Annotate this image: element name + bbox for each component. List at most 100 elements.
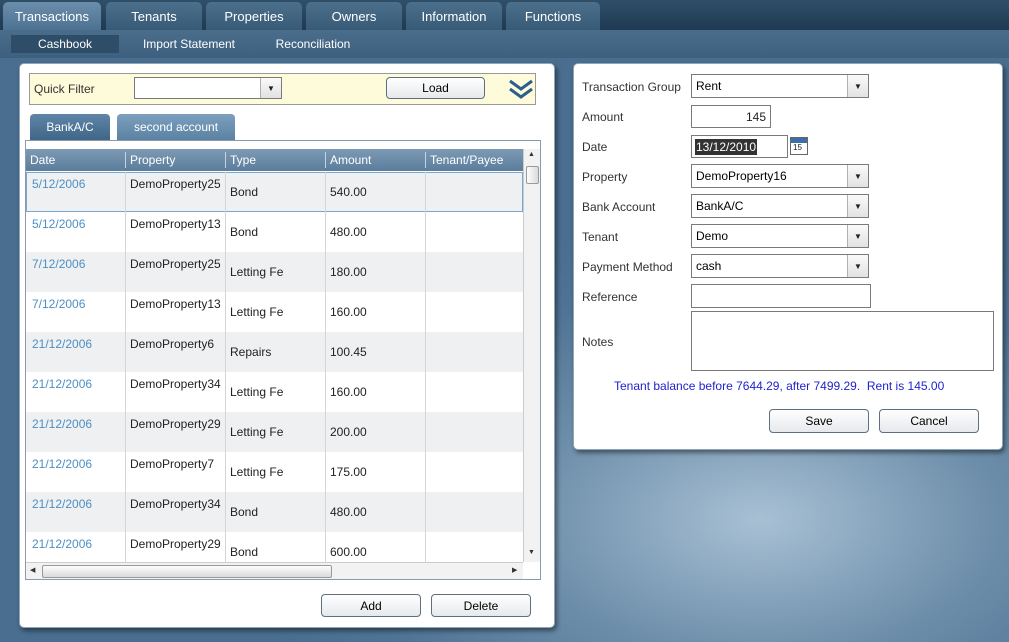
calendar-day: 15 <box>793 143 802 152</box>
column-gridline <box>425 332 426 372</box>
table-row[interactable]: 7/12/2006 DemoProperty13 Letting Fe 160.00 <box>26 292 523 332</box>
cell-property: DemoProperty29 <box>130 417 221 431</box>
column-gridline <box>325 412 326 452</box>
scroll-right-arrow-icon[interactable]: ▶ <box>512 566 517 574</box>
main-tab-bar: Transactions Tenants Properties Owners I… <box>0 0 1009 30</box>
column-gridline <box>125 172 126 212</box>
tab-properties[interactable]: Properties <box>206 2 302 30</box>
column-gridline <box>225 492 226 532</box>
amount-field[interactable]: 145 <box>691 105 771 128</box>
cell-amount: 160.00 <box>330 305 367 319</box>
cell-amount: 200.00 <box>330 425 367 439</box>
payment-method-select[interactable]: cash ▼ <box>691 254 869 278</box>
cancel-button[interactable]: Cancel <box>879 409 979 433</box>
tenant-select[interactable]: Demo ▼ <box>691 224 869 248</box>
tab-information[interactable]: Information <box>406 2 502 30</box>
table-row[interactable]: 21/12/2006 DemoProperty7 Letting Fe 175.00 <box>26 452 523 492</box>
table-row[interactable]: 21/12/2006 DemoProperty6 Repairs 100.45 <box>26 332 523 372</box>
cell-amount: 480.00 <box>330 225 367 239</box>
subtab-cashbook[interactable]: Cashbook <box>11 35 119 53</box>
column-gridline <box>225 332 226 372</box>
table-row[interactable]: 5/12/2006 DemoProperty25 Bond 540.00 <box>26 172 523 212</box>
vertical-scrollbar[interactable]: ▲ ▼ <box>523 149 540 562</box>
tab-transactions[interactable]: Transactions <box>3 2 101 30</box>
tab-owners[interactable]: Owners <box>306 2 402 30</box>
date-label: Date <box>582 140 608 154</box>
save-button[interactable]: Save <box>769 409 869 433</box>
cell-date: 5/12/2006 <box>32 217 86 231</box>
subtab-reconciliation[interactable]: Reconciliation <box>266 35 360 53</box>
cell-property: DemoProperty34 <box>130 377 221 391</box>
column-gridline <box>325 172 326 212</box>
column-gridline <box>325 452 326 492</box>
column-gridline <box>325 252 326 292</box>
column-separator <box>425 152 426 168</box>
column-gridline <box>325 292 326 332</box>
column-header-date[interactable]: Date <box>30 153 55 167</box>
account-tab-banka-c[interactable]: BankA/C <box>30 114 110 140</box>
calendar-icon[interactable]: 15 <box>790 137 808 155</box>
chevron-down-icon: ▼ <box>847 165 868 187</box>
tab-functions[interactable]: Functions <box>506 2 600 30</box>
cell-amount: 160.00 <box>330 385 367 399</box>
column-header-property[interactable]: Property <box>130 153 175 167</box>
column-gridline <box>225 412 226 452</box>
column-gridline <box>425 532 426 562</box>
column-header-type[interactable]: Type <box>230 153 256 167</box>
scroll-left-arrow-icon[interactable]: ◀ <box>30 566 35 574</box>
column-gridline <box>125 532 126 562</box>
date-field[interactable]: 13/12/2010 <box>691 135 788 158</box>
column-gridline <box>325 492 326 532</box>
column-header-amount[interactable]: Amount <box>330 153 371 167</box>
column-gridline <box>325 372 326 412</box>
property-select[interactable]: DemoProperty16 ▼ <box>691 164 869 188</box>
cell-amount: 100.45 <box>330 345 367 359</box>
transactions-grid: Date Property Type Amount Tenant/Payee 5… <box>25 140 541 580</box>
column-gridline <box>425 492 426 532</box>
chevron-down-icon: ▼ <box>260 78 281 98</box>
column-gridline <box>425 212 426 252</box>
account-tab-second-account[interactable]: second account <box>117 114 235 140</box>
cell-date: 21/12/2006 <box>32 377 93 391</box>
column-gridline <box>125 292 126 332</box>
transaction-group-select[interactable]: Rent ▼ <box>691 74 869 98</box>
scroll-down-arrow-icon[interactable]: ▼ <box>528 549 535 556</box>
column-header-tenant-payee[interactable]: Tenant/Payee <box>430 153 503 167</box>
table-row[interactable]: 21/12/2006 DemoProperty29 Bond 600.00 <box>26 532 523 562</box>
tab-tenants[interactable]: Tenants <box>106 2 202 30</box>
property-label: Property <box>582 170 628 184</box>
horizontal-scrollbar[interactable]: ◀ ▶ <box>26 562 523 579</box>
delete-button[interactable]: Delete <box>431 594 531 617</box>
scroll-up-arrow-icon[interactable]: ▲ <box>528 151 535 158</box>
vertical-scroll-thumb[interactable] <box>526 166 539 184</box>
table-row[interactable]: 21/12/2006 DemoProperty34 Letting Fe 160.00 <box>26 372 523 412</box>
amount-label: Amount <box>582 110 624 124</box>
quick-filter-bar: Quick Filter ▼ Load <box>29 73 536 105</box>
table-row[interactable]: 21/12/2006 DemoProperty34 Bond 480.00 <box>26 492 523 532</box>
cell-type: Letting Fe <box>230 465 284 479</box>
cell-amount: 180.00 <box>330 265 367 279</box>
cell-type: Letting Fe <box>230 265 284 279</box>
chevron-down-icon: ▼ <box>847 255 868 277</box>
add-button[interactable]: Add <box>321 594 421 617</box>
grid-body: 5/12/2006 DemoProperty25 Bond 540.00 5/12/20… <box>26 172 523 562</box>
bank-account-select[interactable]: BankA/C ▼ <box>691 194 869 218</box>
expand-double-chevron-icon[interactable] <box>507 76 535 102</box>
cell-property: DemoProperty25 <box>130 177 221 191</box>
subtab-import-statement[interactable]: Import Statement <box>132 35 246 53</box>
notes-textarea[interactable] <box>691 311 994 371</box>
cell-date: 21/12/2006 <box>32 457 93 471</box>
column-gridline <box>325 532 326 562</box>
table-row[interactable]: 5/12/2006 DemoProperty13 Bond 480.00 <box>26 212 523 252</box>
chevron-down-icon: ▼ <box>847 225 868 247</box>
payment-method-label: Payment Method <box>582 260 673 274</box>
reference-field[interactable] <box>691 284 871 308</box>
column-gridline <box>225 252 226 292</box>
table-row[interactable]: 7/12/2006 DemoProperty25 Letting Fe 180.00 <box>26 252 523 292</box>
quick-filter-combo[interactable]: ▼ <box>134 77 282 99</box>
date-selected-text: 13/12/2010 <box>695 139 758 155</box>
cell-type: Letting Fe <box>230 305 284 319</box>
load-button[interactable]: Load <box>386 77 485 99</box>
table-row[interactable]: 21/12/2006 DemoProperty29 Letting Fe 200.00 <box>26 412 523 452</box>
horizontal-scroll-thumb[interactable] <box>42 565 332 578</box>
